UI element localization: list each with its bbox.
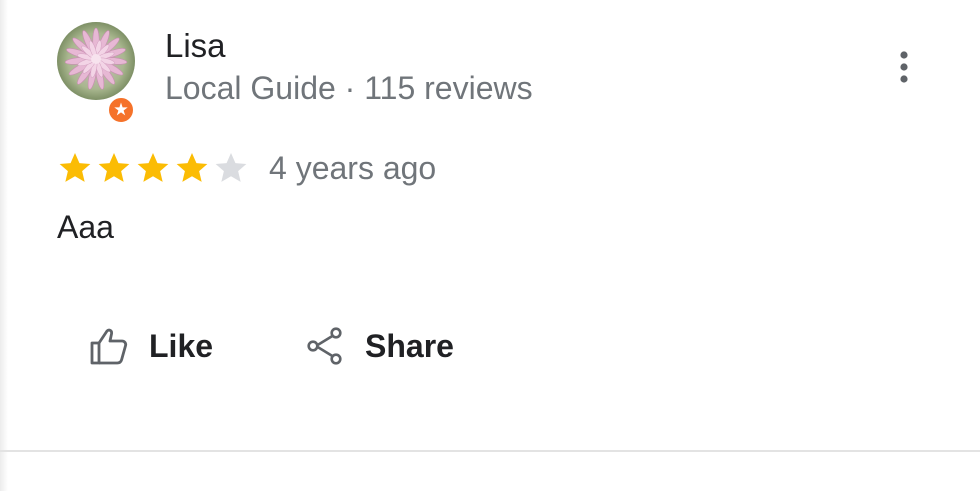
more-options-button[interactable]: [884, 44, 924, 90]
divider: [0, 450, 980, 452]
thumb-up-icon: [86, 323, 132, 369]
more-vert-icon: [900, 51, 908, 83]
review-text: Aaa: [57, 209, 114, 245]
reviewer-name[interactable]: Lisa: [165, 26, 226, 66]
reviewer-meta[interactable]: Local Guide · 115 reviews: [165, 68, 533, 108]
like-label: Like: [149, 327, 214, 364]
star-empty-icon: [215, 152, 247, 182]
star-filled-icon: [59, 152, 91, 182]
share-button[interactable]: Share: [302, 318, 454, 374]
avatar-photo: [57, 22, 135, 100]
review-time: 4 years ago: [269, 150, 437, 186]
share-icon: [302, 323, 348, 369]
review-card: Lisa Local Guide · 115 reviews 4 years a…: [0, 0, 980, 491]
star-filled-icon: [176, 152, 208, 182]
share-label: Share: [365, 327, 454, 364]
reviewer-avatar[interactable]: [57, 22, 135, 124]
like-button[interactable]: Like: [86, 318, 213, 374]
left-edge-shadow: [0, 0, 8, 491]
star-filled-icon: [137, 152, 169, 182]
local-guide-badge-icon: [107, 96, 135, 124]
star-filled-icon: [98, 152, 130, 182]
star-rating: [56, 148, 251, 188]
